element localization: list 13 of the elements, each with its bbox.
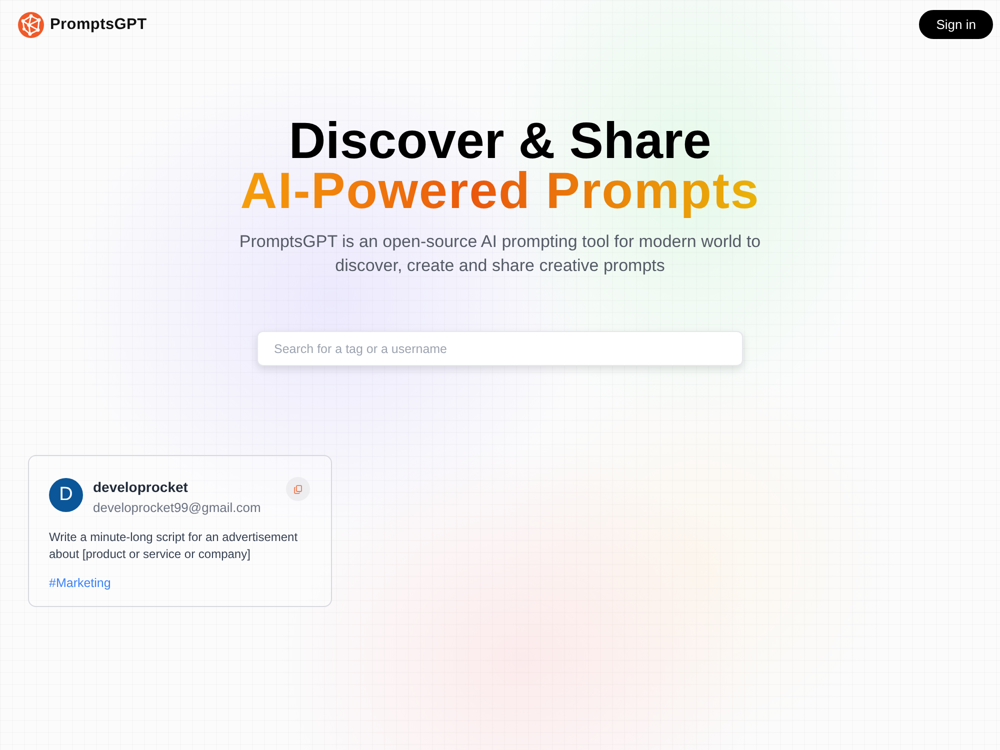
network-logo-icon [18, 12, 44, 38]
user-avatar: D [49, 478, 83, 512]
tag-link[interactable]: #Marketing [49, 576, 111, 590]
logo-text: PromptsGPT [50, 16, 147, 34]
hero-title: Discover & Share [288, 116, 712, 166]
sign-in-button[interactable]: Sign in [919, 10, 993, 39]
user-email: developrocket99@gmail.com [93, 499, 262, 517]
username: developrocket [93, 478, 189, 496]
copy-button[interactable] [286, 477, 310, 501]
search-field[interactable]: Search for a tag or a username [257, 331, 743, 366]
prompt-text: Write a minute-long script for an advertisement about [product or service or company] [49, 529, 299, 563]
copy-icon [294, 484, 302, 494]
hero-description: PromptsGPT is an open-source AI prompting tool for modern world to discover, create and share creative prompts [238, 231, 762, 277]
